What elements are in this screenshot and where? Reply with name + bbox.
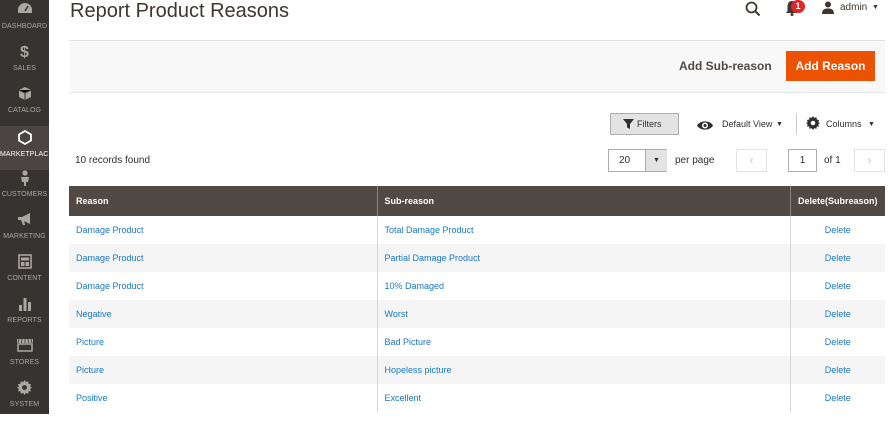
nav-item-label: SYSTEM: [9, 401, 40, 408]
per-page-label: per page: [675, 155, 715, 166]
nav-item-customers[interactable]: CUSTOMERS: [0, 170, 49, 212]
layout-icon: [0, 254, 49, 272]
filters-button[interactable]: Filters: [610, 113, 679, 135]
nav-item-label: CONTENT: [7, 275, 42, 282]
dashboard-icon: [0, 2, 49, 20]
subreason-cell[interactable]: Bad Picture: [377, 328, 791, 356]
delete-link[interactable]: Delete: [790, 384, 885, 412]
megaphone-icon: [0, 212, 49, 230]
reason-cell[interactable]: Damage Product: [69, 272, 378, 300]
admin-sidebar: DASHBOARD $ SALES CATALOG MARKETPLACE CU…: [0, 0, 54, 414]
table-header-row: Reason Sub-reason Delete(Subreason): [69, 186, 885, 216]
nav-item-label: STORES: [9, 359, 40, 366]
nav-item-label: DASHBOARD: [1, 23, 48, 30]
person-icon: [0, 170, 49, 188]
chevron-left-icon: ‹: [749, 153, 754, 167]
per-page-select[interactable]: 20 ▼: [608, 149, 667, 172]
nav-item-label: MARKETPLACE: [0, 151, 54, 158]
dollar-icon: $: [20, 44, 29, 61]
cube-icon: [0, 86, 49, 104]
hexagon-icon: [0, 129, 49, 148]
subreason-cell[interactable]: Partial Damage Product: [377, 244, 791, 272]
nav-item-reports[interactable]: REPORTS: [0, 296, 49, 338]
gear-icon[interactable]: [806, 116, 820, 135]
chevron-down-icon: ▼: [776, 121, 783, 128]
view-selector[interactable]: Default View: [722, 119, 772, 129]
table-row: Damage Product 10% Damaged Delete: [69, 272, 885, 300]
table-row: Negative Worst Delete: [69, 300, 885, 328]
delete-link[interactable]: Delete: [790, 272, 885, 300]
reason-cell[interactable]: Negative: [69, 300, 378, 328]
bar-chart-icon: [0, 296, 49, 314]
records-count: 10 records found: [75, 155, 151, 166]
column-header-subreason[interactable]: Sub-reason: [377, 186, 791, 216]
add-subreason-button[interactable]: Add Sub-reason: [672, 51, 779, 81]
subreason-cell[interactable]: 10% Damaged: [377, 272, 791, 300]
nav-item-label: CATALOG: [7, 107, 42, 114]
store-icon: [0, 338, 49, 356]
table-row: Picture Bad Picture Delete: [69, 328, 885, 356]
table-row: Damage Product Partial Damage Product De…: [69, 244, 885, 272]
page-number-input[interactable]: [788, 149, 817, 172]
delete-link[interactable]: Delete: [790, 216, 885, 244]
gear-icon: [0, 380, 49, 398]
subreason-cell[interactable]: Worst: [377, 300, 791, 328]
nav-item-stores[interactable]: STORES: [0, 338, 49, 380]
search-icon[interactable]: [745, 1, 761, 22]
reason-cell[interactable]: Damage Product: [69, 216, 378, 244]
nav-item-marketplace[interactable]: MARKETPLACE: [0, 126, 54, 170]
nav-item-catalog[interactable]: CATALOG: [0, 86, 49, 128]
notification-badge: 1: [791, 0, 805, 13]
user-icon[interactable]: [822, 1, 834, 19]
page-total: of 1: [824, 155, 841, 166]
chevron-down-icon[interactable]: ▼: [645, 150, 667, 171]
chevron-down-icon: ▼: [872, 4, 879, 11]
nav-item-sales[interactable]: $ SALES: [0, 44, 49, 86]
next-page-button[interactable]: ›: [854, 149, 885, 172]
subreason-cell[interactable]: Excellent: [377, 384, 791, 412]
nav-item-label: MARKETING: [3, 233, 46, 240]
column-header-delete[interactable]: Delete(Subreason): [790, 186, 885, 216]
nav-item-dashboard[interactable]: DASHBOARD: [0, 2, 49, 44]
nav-item-content[interactable]: CONTENT: [0, 254, 49, 296]
column-header-reason[interactable]: Reason: [69, 186, 378, 216]
table-row: Damage Product Total Damage Product Dele…: [69, 216, 885, 244]
nav-item-label: SALES: [12, 65, 37, 72]
filters-label: Filters: [637, 119, 662, 129]
delete-link[interactable]: Delete: [790, 356, 885, 384]
funnel-icon: [623, 119, 634, 129]
delete-link[interactable]: Delete: [790, 300, 885, 328]
columns-selector[interactable]: Columns: [826, 119, 862, 129]
delete-link[interactable]: Delete: [790, 328, 885, 356]
reason-cell[interactable]: Picture: [69, 328, 378, 356]
subreason-cell[interactable]: Hopeless picture: [377, 356, 791, 384]
per-page-value: 20: [619, 155, 631, 166]
table-row: Positive Excellent Delete: [69, 384, 885, 412]
chevron-right-icon: ›: [867, 153, 872, 167]
add-reason-button[interactable]: Add Reason: [786, 51, 875, 81]
eye-icon[interactable]: [697, 118, 713, 136]
delete-link[interactable]: Delete: [790, 244, 885, 272]
table-row: Picture Hopeless picture Delete: [69, 356, 885, 384]
page-title: Report Product Reasons: [70, 0, 290, 22]
reason-cell[interactable]: Picture: [69, 356, 378, 384]
reasons-grid: Reason Sub-reason Delete(Subreason) Dama…: [69, 186, 885, 412]
nav-item-system[interactable]: SYSTEM: [0, 380, 49, 422]
chevron-down-icon: ▼: [868, 121, 875, 128]
reason-cell[interactable]: Positive: [69, 384, 378, 412]
reason-cell[interactable]: Damage Product: [69, 244, 378, 272]
subreason-cell[interactable]: Total Damage Product: [377, 216, 791, 244]
divider: [796, 113, 797, 135]
nav-item-label: CUSTOMERS: [1, 191, 48, 198]
prev-page-button[interactable]: ‹: [736, 149, 767, 172]
nav-item-label: REPORTS: [7, 317, 42, 324]
admin-user-menu[interactable]: admin: [840, 2, 867, 13]
nav-item-marketing[interactable]: MARKETING: [0, 212, 49, 254]
